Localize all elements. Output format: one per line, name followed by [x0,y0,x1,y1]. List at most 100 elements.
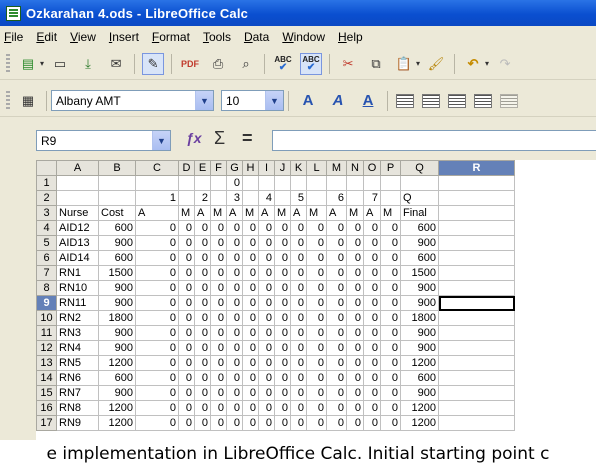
cell-p14[interactable]: 0 [380,370,401,386]
cell-n8[interactable]: 0 [346,280,364,296]
cell-n7[interactable]: 0 [346,265,364,281]
cell-q12[interactable]: 900 [400,340,439,356]
cell-j2[interactable] [274,190,291,206]
column-header-m[interactable]: M [326,160,347,176]
cell-r6[interactable] [438,250,515,266]
column-header-j[interactable]: J [274,160,291,176]
row-header-7[interactable]: 7 [36,265,57,281]
cell-g5[interactable]: 0 [226,235,243,251]
cell-b17[interactable]: 1200 [98,415,136,431]
redo-icon[interactable]: ↷ [494,53,516,75]
cell-e1[interactable] [194,175,211,191]
cell-g16[interactable]: 0 [226,400,243,416]
cell-j11[interactable]: 0 [274,325,291,341]
cell-i1[interactable] [258,175,275,191]
cell-a7[interactable]: RN1 [56,265,99,281]
cell-n4[interactable]: 0 [346,220,364,236]
cell-j4[interactable]: 0 [274,220,291,236]
cell-m9[interactable]: 0 [326,295,347,311]
cell-c8[interactable]: 0 [135,280,179,296]
row-header-16[interactable]: 16 [36,400,57,416]
bold-icon[interactable]: A [296,90,320,112]
cell-k12[interactable]: 0 [290,340,307,356]
cell-e14[interactable]: 0 [194,370,211,386]
cell-i10[interactable]: 0 [258,310,275,326]
cell-i17[interactable]: 0 [258,415,275,431]
cell-n10[interactable]: 0 [346,310,364,326]
cell-l1[interactable] [306,175,327,191]
cell-l7[interactable]: 0 [306,265,327,281]
cell-p15[interactable]: 0 [380,385,401,401]
cell-h12[interactable]: 0 [242,340,259,356]
cell-j16[interactable]: 0 [274,400,291,416]
cell-o10[interactable]: 0 [363,310,381,326]
cell-q4[interactable]: 600 [400,220,439,236]
cell-o11[interactable]: 0 [363,325,381,341]
paste-dropdown-icon[interactable]: ▾ [416,59,420,68]
cell-l16[interactable]: 0 [306,400,327,416]
row-header-10[interactable]: 10 [36,310,57,326]
cell-o13[interactable]: 0 [363,355,381,371]
cell-b8[interactable]: 900 [98,280,136,296]
cell-k1[interactable] [290,175,307,191]
cell-r11[interactable] [438,325,515,341]
cell-d12[interactable]: 0 [178,340,195,356]
cell-q17[interactable]: 1200 [400,415,439,431]
cell-l10[interactable]: 0 [306,310,327,326]
cell-i12[interactable]: 0 [258,340,275,356]
cell-h16[interactable]: 0 [242,400,259,416]
row-header-14[interactable]: 14 [36,370,57,386]
cell-f2[interactable] [210,190,227,206]
cell-e6[interactable]: 0 [194,250,211,266]
cell-b16[interactable]: 1200 [98,400,136,416]
cell-j1[interactable] [274,175,291,191]
cell-r9[interactable] [438,295,515,311]
cell-n12[interactable]: 0 [346,340,364,356]
cell-o12[interactable]: 0 [363,340,381,356]
cell-p12[interactable]: 0 [380,340,401,356]
font-name-select[interactable]: Albany AMT ▼ [51,90,214,111]
cell-o3[interactable]: A [363,205,381,221]
column-header-e[interactable]: E [194,160,211,176]
cell-r3[interactable] [438,205,515,221]
cell-g7[interactable]: 0 [226,265,243,281]
cell-c1[interactable] [135,175,179,191]
cell-o2[interactable]: 7 [363,190,381,206]
cell-m16[interactable]: 0 [326,400,347,416]
new-dropdown-icon[interactable]: ▾ [40,59,44,68]
row-header-1[interactable]: 1 [36,175,57,191]
cell-n14[interactable]: 0 [346,370,364,386]
cut-icon[interactable]: ✂ [337,53,359,75]
cell-a17[interactable]: RN9 [56,415,99,431]
cell-i16[interactable]: 0 [258,400,275,416]
menu-tools[interactable]: Tools [203,30,231,44]
align-right-icon[interactable] [448,93,466,108]
cell-a14[interactable]: RN6 [56,370,99,386]
cell-b5[interactable]: 900 [98,235,136,251]
cell-m2[interactable]: 6 [326,190,347,206]
cell-k15[interactable]: 0 [290,385,307,401]
cell-a8[interactable]: RN10 [56,280,99,296]
cell-r7[interactable] [438,265,515,281]
column-header-a[interactable]: A [56,160,99,176]
cell-g14[interactable]: 0 [226,370,243,386]
cell-b15[interactable]: 900 [98,385,136,401]
cell-c6[interactable]: 0 [135,250,179,266]
cell-c2[interactable]: 1 [135,190,179,206]
font-size-select[interactable]: 10 ▼ [221,90,284,111]
cell-h8[interactable]: 0 [242,280,259,296]
cell-m13[interactable]: 0 [326,355,347,371]
cell-l9[interactable]: 0 [306,295,327,311]
edit-file-icon[interactable]: ✎ [142,52,165,75]
cell-p3[interactable]: M [380,205,401,221]
cell-q14[interactable]: 600 [400,370,439,386]
cell-q1[interactable] [400,175,439,191]
cell-g17[interactable]: 0 [226,415,243,431]
cell-f17[interactable]: 0 [210,415,227,431]
cell-e8[interactable]: 0 [194,280,211,296]
cell-i13[interactable]: 0 [258,355,275,371]
cell-j8[interactable]: 0 [274,280,291,296]
cell-f14[interactable]: 0 [210,370,227,386]
cell-m3[interactable]: A [326,205,347,221]
cell-r5[interactable] [438,235,515,251]
